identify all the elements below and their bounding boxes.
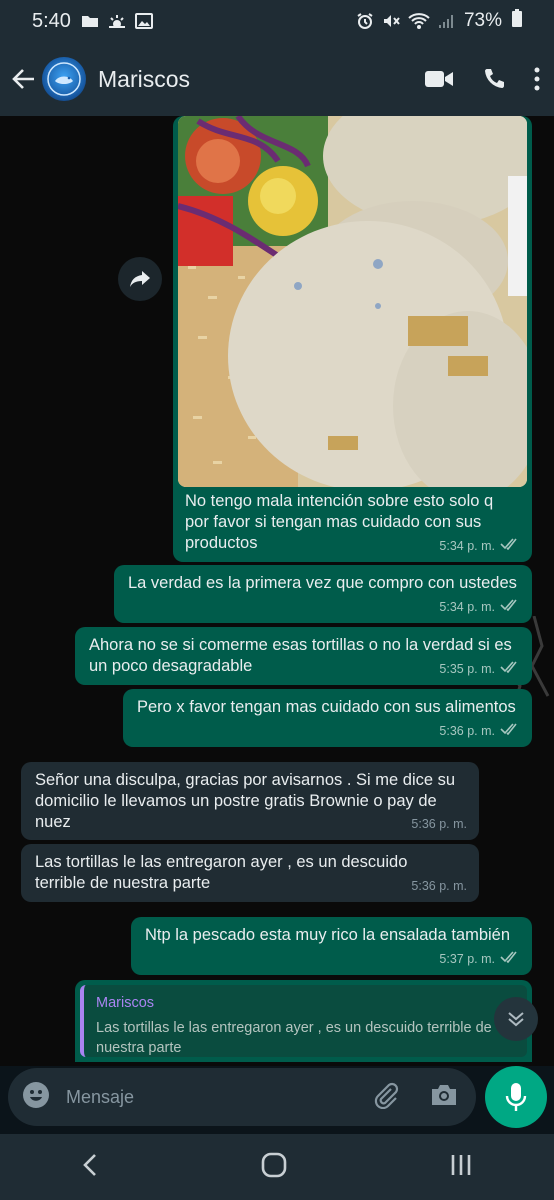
nav-back-icon[interactable] [82, 1153, 98, 1182]
message-text: Señor una disculpa, gracias por avisarno… [35, 771, 456, 831]
message-meta: 5:36 p. m. [439, 721, 520, 742]
message-text: Pero x favor tengan mas cuidado con sus … [137, 698, 516, 716]
message-text: Ntp la pescado esta muy rico la ensalada… [145, 926, 511, 944]
message-time: 5:37 p. m. [439, 952, 495, 966]
more-options-icon[interactable] [534, 67, 540, 91]
message-meta: 5:36 p. m. [411, 814, 467, 835]
message-time: 5:36 p. m. [439, 724, 495, 738]
forward-button[interactable] [118, 257, 162, 301]
quoted-message[interactable]: Mariscos Las tortillas le las entregaron… [80, 985, 527, 1057]
quoted-text: Las tortillas le las entregaron ayer , e… [96, 1020, 492, 1056]
reply-message[interactable]: Mariscos Las tortillas le las entregaron… [75, 980, 532, 1062]
nav-recents-icon[interactable] [450, 1153, 472, 1182]
message-time: 5:35 p. m. [439, 662, 495, 676]
outgoing-message[interactable]: Pero x favor tengan mas cuidado con sus … [123, 689, 532, 747]
video-call-icon[interactable] [424, 69, 454, 89]
double-check-icon [500, 659, 520, 680]
message-time: 5:34 p. m. [439, 539, 495, 553]
status-bar: 5:40 73% [0, 0, 554, 42]
avatar[interactable] [42, 57, 86, 101]
outgoing-message[interactable]: La verdad es la primera vez que compro c… [114, 565, 532, 623]
message-meta: 5:35 p. m. [439, 659, 520, 680]
weather-icon [107, 13, 127, 29]
battery-percent: 73% [463, 10, 502, 31]
message-composer: Mensaje [8, 1068, 476, 1126]
message-text: La verdad es la primera vez que compro c… [128, 574, 517, 592]
wifi-icon [408, 12, 430, 30]
double-check-icon [500, 536, 520, 557]
quoted-author: Mariscos [96, 995, 155, 1011]
contact-name[interactable]: Mariscos [98, 66, 424, 93]
double-check-icon [500, 721, 520, 742]
message-time: 5:34 p. m. [439, 600, 495, 614]
double-check-icon [500, 949, 520, 970]
camera-icon[interactable] [430, 1083, 458, 1112]
nav-home-icon[interactable] [261, 1152, 287, 1183]
double-check-icon [500, 597, 520, 618]
message-meta: 5:37 p. m. [439, 949, 520, 970]
message-meta: 5:36 p. m. [411, 876, 467, 897]
food-photo[interactable] [178, 116, 527, 487]
outgoing-message[interactable]: Ntp la pescado esta muy rico la ensalada… [131, 917, 532, 975]
message-time: 5:36 p. m. [411, 817, 467, 831]
incoming-message[interactable]: Las tortillas le las entregaron ayer , e… [21, 844, 479, 902]
emoji-icon[interactable] [22, 1081, 50, 1114]
message-meta: 5:34 p. m. [439, 597, 520, 618]
back-arrow-icon[interactable] [8, 59, 40, 99]
outgoing-message[interactable]: Ahora no se si comerme esas tortillas o … [75, 627, 532, 685]
battery-icon [512, 9, 522, 33]
system-nav-bar [0, 1134, 554, 1200]
signal-icon [438, 13, 454, 29]
scroll-to-bottom-button[interactable] [494, 997, 538, 1041]
attach-icon[interactable] [372, 1081, 400, 1114]
message-text: Las tortillas le las entregaron ayer , e… [35, 853, 408, 892]
chat-header: Mariscos [0, 42, 554, 116]
gallery-icon [134, 13, 153, 29]
message-input[interactable]: Mensaje [66, 1087, 372, 1108]
incoming-message[interactable]: Señor una disculpa, gracias por avisarno… [21, 762, 479, 840]
status-time: 5:40 [32, 9, 71, 32]
mute-icon [382, 12, 400, 30]
message-meta: 5:34 p. m. [439, 536, 520, 557]
alarm-icon [356, 12, 374, 30]
message-time: 5:36 p. m. [411, 879, 467, 893]
microphone-button[interactable] [485, 1066, 547, 1128]
phone-call-icon[interactable] [482, 67, 506, 91]
folder-icon [81, 13, 99, 29]
